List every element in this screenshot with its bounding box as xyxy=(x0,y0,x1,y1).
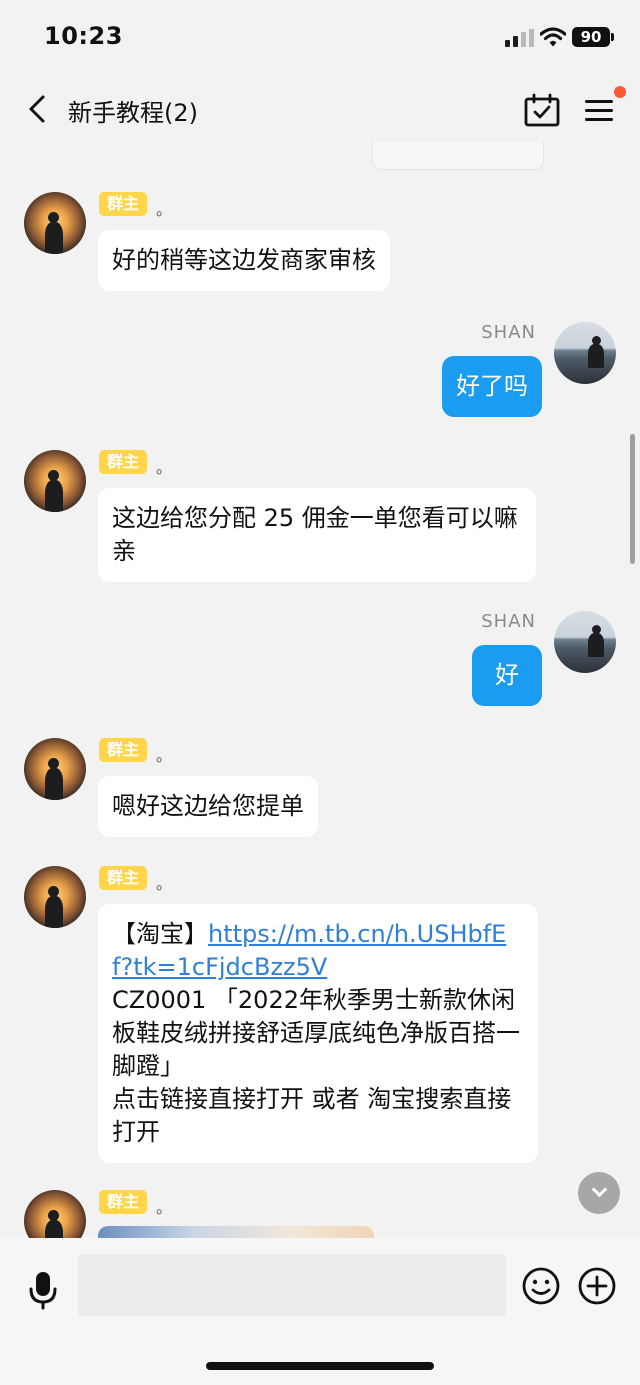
owner-badge: 群主 xyxy=(99,866,148,890)
menu-icon[interactable] xyxy=(583,96,617,124)
message-bubble[interactable]: 嗯好这边给您提单 xyxy=(98,776,318,837)
status-bar: 10:23 90 xyxy=(0,0,640,76)
notification-dot xyxy=(614,86,626,98)
message-list[interactable]: 群主 。 好的稍等这边发商家审核 SHAN 好了吗 群主 。 这边给您分配 25… xyxy=(0,142,640,1238)
avatar-owner[interactable] xyxy=(24,1190,86,1238)
wifi-icon xyxy=(540,27,566,47)
scrollbar[interactable] xyxy=(630,434,635,564)
sender-name: SHAN xyxy=(481,611,536,632)
message-bubble[interactable]: 这边给您分配 25 佣金一单您看可以嘛亲 xyxy=(98,488,536,582)
sender-name: SHAN xyxy=(481,322,536,343)
message-bubble[interactable]: 好了吗 xyxy=(442,356,542,417)
product-text: CZ0001 「2022年秋季男士新款休闲板鞋皮绒拼接舒适厚底纯色净版百搭一脚蹬… xyxy=(112,986,520,1080)
hint-text: 点击链接直接打开 或者 淘宝搜索直接打开 xyxy=(112,1085,512,1146)
avatar-owner[interactable] xyxy=(24,192,86,254)
owner-badge: 群主 xyxy=(99,1190,148,1214)
mic-icon[interactable] xyxy=(26,1270,60,1310)
avatar-owner[interactable] xyxy=(24,738,86,800)
image-message[interactable] xyxy=(98,1226,374,1238)
chat-title: 新手教程(2) xyxy=(68,99,198,127)
avatar-owner[interactable] xyxy=(24,450,86,512)
avatar-self[interactable] xyxy=(554,322,616,384)
message-bubble[interactable]: 【淘宝】https://m.tb.cn/h.USHbfEf?tk=1cFjdcB… xyxy=(98,904,538,1163)
battery-icon: 90 xyxy=(572,27,610,47)
back-icon[interactable] xyxy=(24,94,52,124)
emoji-icon[interactable] xyxy=(521,1266,561,1306)
message-prefix: 【淘宝】 xyxy=(112,920,208,948)
calendar-check-icon[interactable] xyxy=(524,93,560,127)
message-bubble[interactable]: 好的稍等这边发商家审核 xyxy=(98,230,390,291)
owner-badge: 群主 xyxy=(99,192,148,216)
owner-badge: 群主 xyxy=(99,738,148,762)
sender-name: 。 xyxy=(156,874,173,893)
chat-header: 新手教程(2) xyxy=(0,76,640,142)
battery-tip xyxy=(611,33,614,41)
sender-name: 。 xyxy=(156,1198,173,1217)
message-bubble[interactable]: 好 xyxy=(472,645,542,706)
plus-icon[interactable] xyxy=(577,1266,617,1306)
message-input[interactable] xyxy=(78,1254,506,1316)
chevron-down-icon[interactable] xyxy=(578,1172,620,1214)
sender-name: 。 xyxy=(156,200,173,219)
owner-badge: 群主 xyxy=(99,450,148,474)
previous-message-bubble xyxy=(372,142,544,170)
status-time: 10:23 xyxy=(44,22,123,50)
avatar-self[interactable] xyxy=(554,611,616,673)
cellular-signal-icon xyxy=(505,29,535,47)
avatar-owner[interactable] xyxy=(24,866,86,928)
sender-name: 。 xyxy=(156,458,173,477)
sender-name: 。 xyxy=(156,746,173,765)
home-indicator[interactable] xyxy=(206,1362,434,1370)
